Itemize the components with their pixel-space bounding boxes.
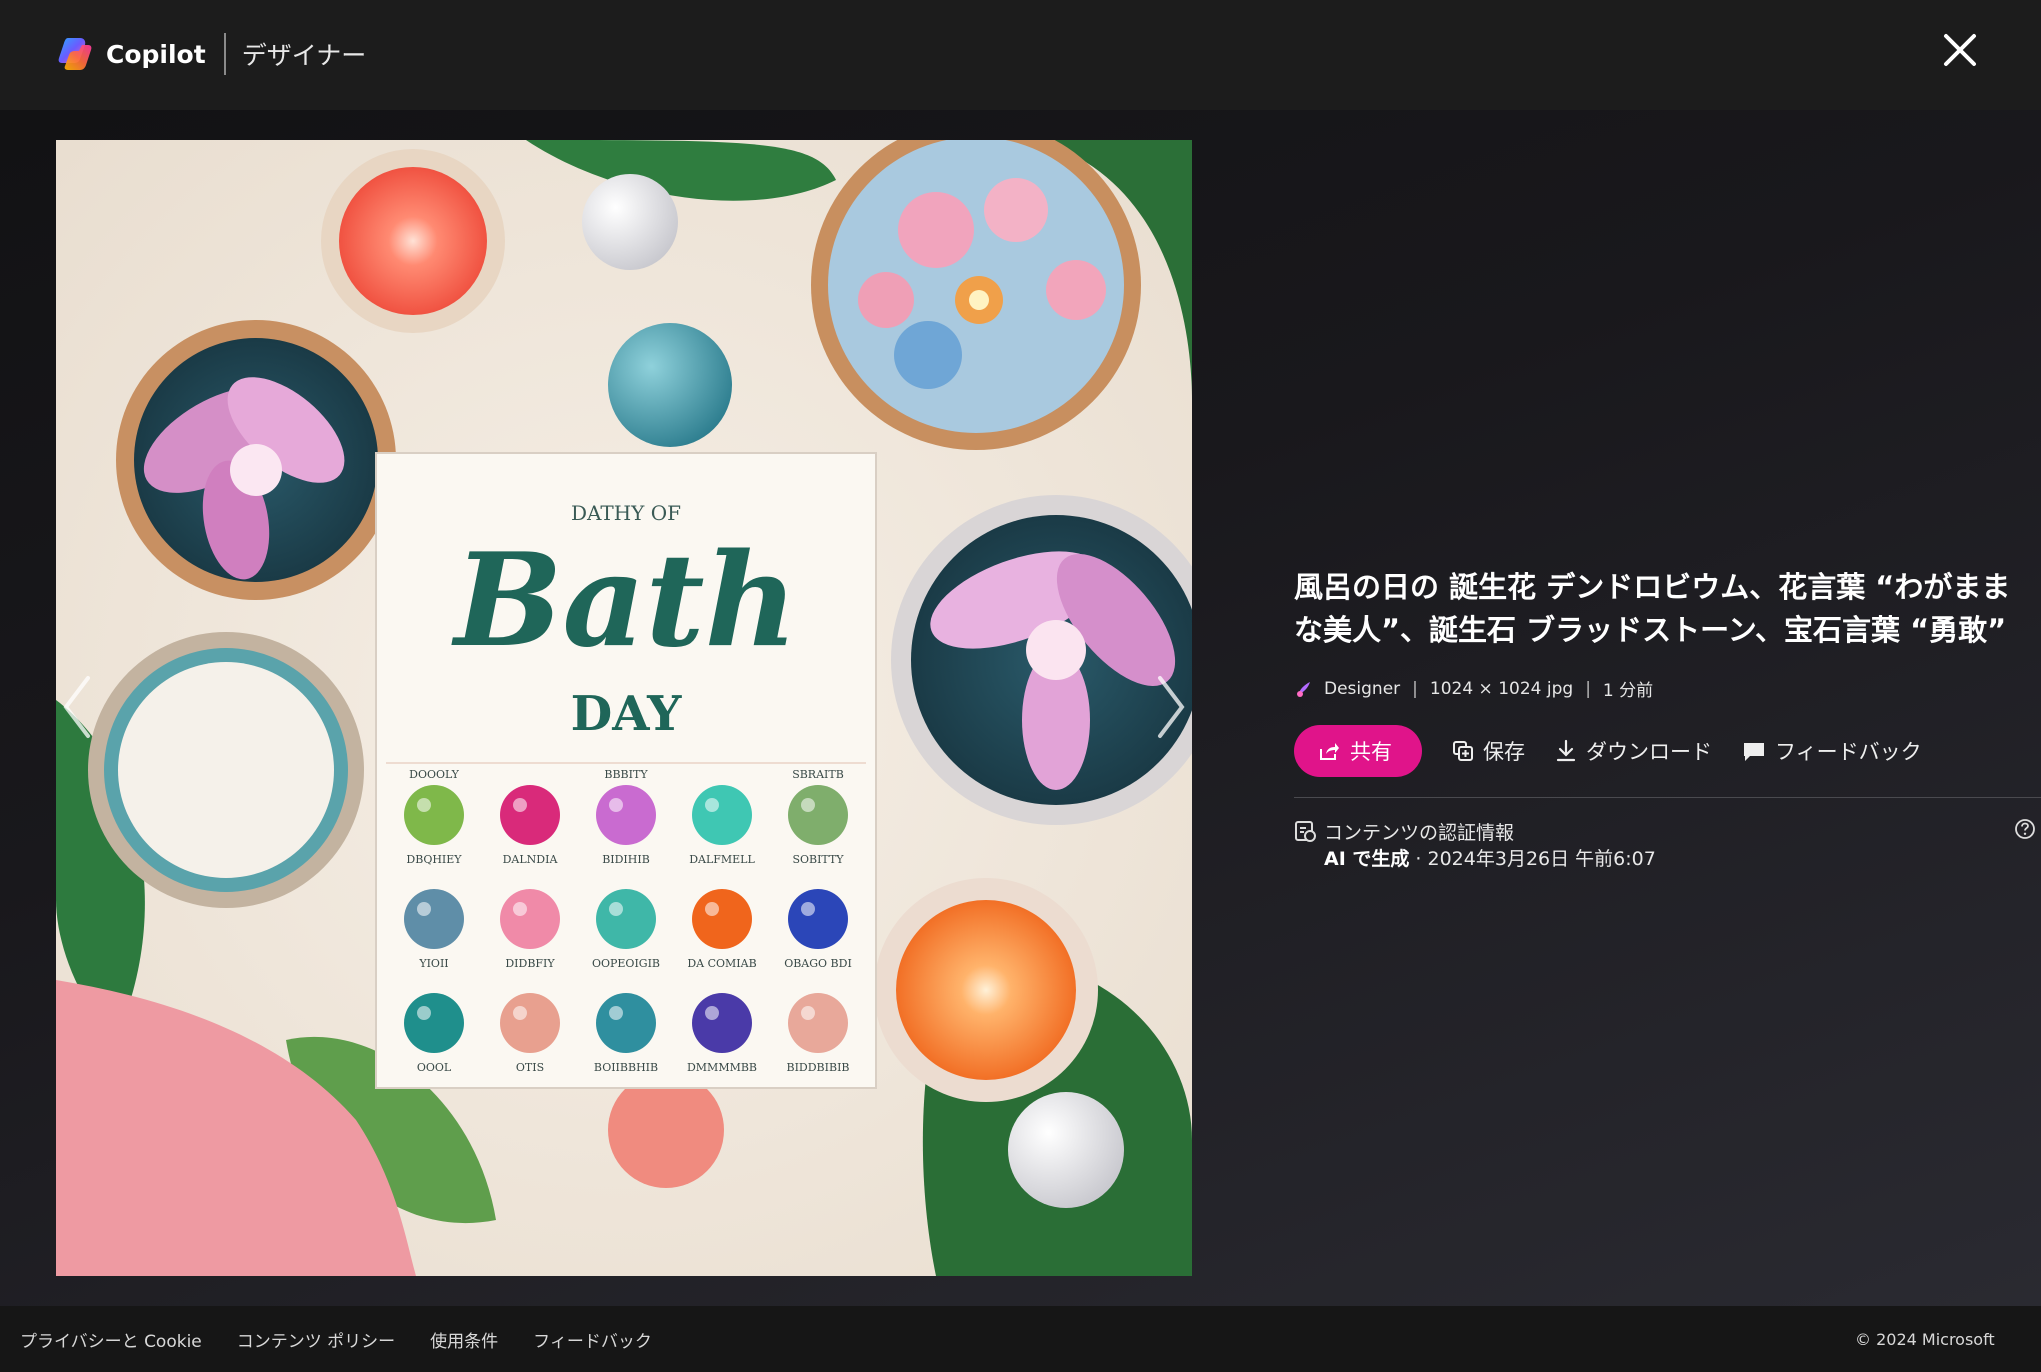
brand-subtitle: デザイナー bbox=[241, 41, 367, 70]
gem-illustration bbox=[500, 889, 560, 949]
gem-highlight bbox=[609, 798, 623, 812]
gem-highlight bbox=[801, 1006, 815, 1020]
gem-header-label: BBBITY bbox=[604, 768, 648, 781]
meta-size: 1024 × 1024 jpg bbox=[1429, 678, 1574, 699]
footer: プライバシーと Cookie コンテンツ ポリシー 使用条件 フィードバック ©… bbox=[0, 1306, 2041, 1372]
gem-highlight bbox=[513, 798, 527, 812]
gem-highlight bbox=[417, 798, 431, 812]
credentials-icon bbox=[1295, 821, 1316, 842]
gem-label: DMMMMBB bbox=[687, 1061, 757, 1074]
gem-highlight bbox=[705, 1006, 719, 1020]
gem-label: OBAGO BDI bbox=[784, 957, 852, 970]
generated-image: DATHY OF Bath DAY DOOOLY BBBITY SBRAITB DBQ… bbox=[56, 140, 1192, 1276]
footer-link-feedback[interactable]: フィードバック bbox=[533, 1327, 652, 1352]
gem-illustration bbox=[788, 785, 848, 845]
gem-label: BOIIBBHIB bbox=[594, 1061, 658, 1074]
gem-highlight bbox=[417, 1006, 431, 1020]
gem-highlight bbox=[609, 1006, 623, 1020]
save-label: 保存 bbox=[1483, 740, 1525, 764]
copyright: © 2024 Microsoft bbox=[1855, 1330, 1995, 1349]
feedback-button[interactable]: フィードバック bbox=[1742, 736, 1922, 766]
top-bar: Copilot デザイナー bbox=[0, 0, 2041, 110]
brand: Copilot デザイナー bbox=[56, 33, 367, 75]
gem-illustration bbox=[404, 889, 464, 949]
copilot-logo-icon bbox=[58, 38, 92, 70]
gem-label: DALNDIA bbox=[503, 853, 559, 866]
gem-illustration bbox=[788, 889, 848, 949]
gem-illustration bbox=[788, 993, 848, 1053]
gem-illustration bbox=[500, 785, 560, 845]
gem-illustration bbox=[692, 993, 752, 1053]
download-button[interactable]: ダウンロード bbox=[1555, 736, 1712, 766]
chevron-right-icon[interactable] bbox=[1150, 672, 1190, 742]
chevron-left-icon[interactable] bbox=[58, 672, 98, 742]
gem-illustration bbox=[500, 993, 560, 1053]
gem-label: BIDDBIBIB bbox=[786, 1061, 849, 1074]
gem-illustration bbox=[596, 993, 656, 1053]
gem-label: DA COMIAB bbox=[687, 957, 756, 970]
feedback-icon bbox=[1744, 743, 1764, 761]
feedback-label: フィードバック bbox=[1775, 740, 1922, 764]
gem-label: YIOII bbox=[418, 957, 448, 970]
credentials-date: · 2024年3月26日 午前6:07 bbox=[1409, 848, 1656, 870]
image-title: 風呂の日の 誕生花 デンドロビウム、花言葉 “わがままな美人”、誕生石 ブラッド… bbox=[1294, 570, 2011, 647]
brand-divider bbox=[223, 33, 226, 75]
gem-header-label: SBRAITB bbox=[792, 768, 844, 781]
gem-illustration bbox=[692, 785, 752, 845]
image-meta: Designer | 1024 × 1024 jpg | 1 分前 bbox=[1294, 676, 2024, 701]
footer-link-content-policy[interactable]: コンテンツ ポリシー bbox=[237, 1327, 395, 1352]
gem-highlight bbox=[801, 798, 815, 812]
divider bbox=[1294, 797, 2041, 798]
share-icon bbox=[1320, 743, 1339, 760]
footer-link-privacy[interactable]: プライバシーと Cookie bbox=[20, 1327, 202, 1352]
help-icon[interactable] bbox=[2014, 818, 2036, 840]
gem-illustration bbox=[692, 889, 752, 949]
download-icon bbox=[1556, 739, 1576, 762]
meta-separator: | bbox=[1585, 678, 1591, 699]
gem-label: OOOL bbox=[417, 1061, 452, 1074]
credentials-detail: AI で生成 · 2024年3月26日 午前6:07 bbox=[1324, 844, 1656, 871]
card-top-text: DATHY OF bbox=[571, 501, 681, 525]
download-label: ダウンロード bbox=[1586, 740, 1712, 764]
close-icon[interactable] bbox=[1940, 30, 1980, 70]
gem-highlight bbox=[705, 798, 719, 812]
image-info-panel: 風呂の日の 誕生花 デンドロビウム、花言葉 “わがままな美人”、誕生石 ブラッド… bbox=[1294, 566, 2041, 871]
gem-highlight bbox=[417, 902, 431, 916]
meta-source: Designer bbox=[1324, 678, 1401, 699]
gem-highlight bbox=[801, 902, 815, 916]
gem-label: DALFMELL bbox=[689, 853, 755, 866]
action-bar: 共有 保存 ダウンロード フィードバック bbox=[1294, 725, 2024, 777]
footer-links: プライバシーと Cookie コンテンツ ポリシー 使用条件 フィードバック bbox=[20, 1327, 687, 1352]
gem-highlight bbox=[513, 902, 527, 916]
gem-illustration bbox=[404, 993, 464, 1053]
gem-illustration bbox=[596, 889, 656, 949]
brand-name: Copilot bbox=[106, 39, 206, 69]
card-main-text: Bath bbox=[451, 526, 797, 676]
gem-highlight bbox=[513, 1006, 527, 1020]
footer-link-terms[interactable]: 使用条件 bbox=[430, 1327, 498, 1352]
save-button[interactable]: 保存 bbox=[1452, 736, 1525, 766]
gem-label: BIDIHIB bbox=[602, 853, 650, 866]
gem-label: SOBITTY bbox=[792, 853, 844, 866]
meta-separator: | bbox=[1412, 678, 1418, 699]
gem-highlight bbox=[609, 902, 623, 916]
gem-illustration bbox=[404, 785, 464, 845]
gem-header-label: DOOOLY bbox=[409, 768, 459, 781]
share-label: 共有 bbox=[1350, 740, 1392, 764]
gem-label: DBQHIEY bbox=[406, 853, 462, 866]
content-credentials: コンテンツの認証情報 AI で生成 · 2024年3月26日 午前6:07 bbox=[1294, 818, 2035, 871]
gem-illustration bbox=[596, 785, 656, 845]
credentials-ai-label: AI で生成 bbox=[1324, 848, 1410, 870]
meta-time: 1 分前 bbox=[1602, 681, 1654, 701]
card-sub-text: DAY bbox=[571, 686, 682, 742]
gem-label: OOPEOIGIB bbox=[592, 957, 660, 970]
gem-label: DIDBFIY bbox=[505, 957, 555, 970]
credentials-title: コンテンツの認証情報 bbox=[1324, 822, 1515, 844]
share-button[interactable]: 共有 bbox=[1294, 725, 1422, 777]
gem-highlight bbox=[705, 902, 719, 916]
save-icon bbox=[1453, 741, 1473, 761]
image-illustration: DATHY OF Bath DAY DOOOLY BBBITY SBRAITB DBQ… bbox=[56, 140, 1192, 1276]
gem-label: OTIS bbox=[516, 1061, 544, 1074]
designer-icon bbox=[1297, 681, 1310, 697]
